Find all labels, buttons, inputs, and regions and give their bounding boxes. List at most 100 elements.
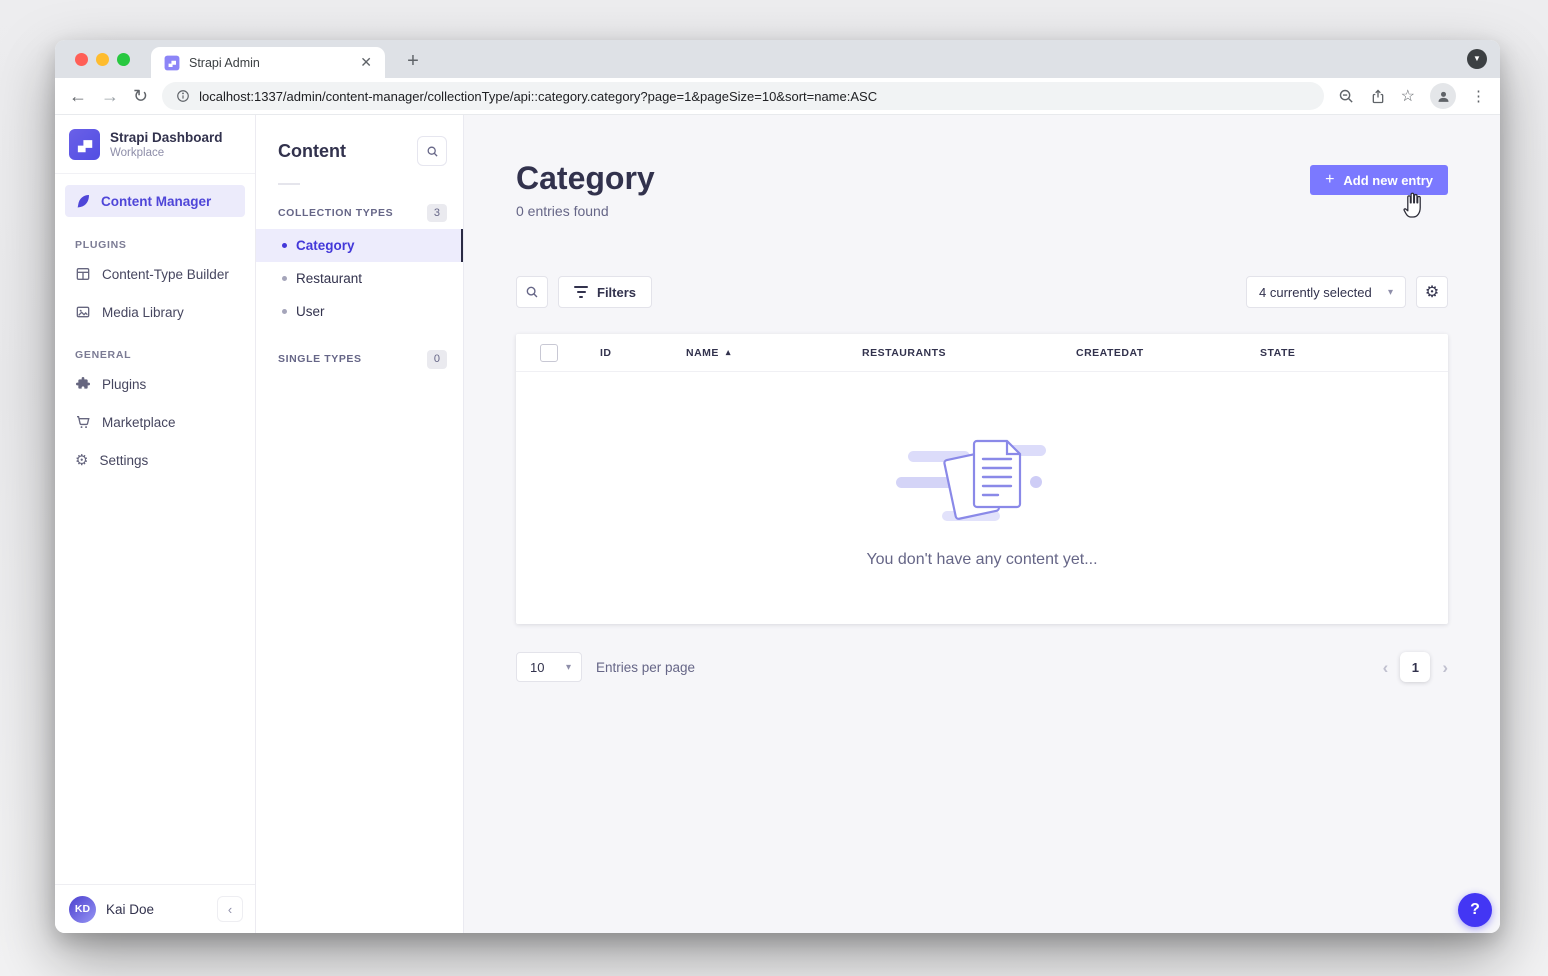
column-header-id[interactable]: ID [600, 347, 686, 359]
group-label: SINGLE TYPES [278, 353, 362, 365]
bookmark-star-icon[interactable]: ☆ [1401, 86, 1415, 106]
brand-title: Strapi Dashboard [110, 130, 223, 147]
main-content: Category 0 entries found + Add new entry… [464, 115, 1500, 933]
plus-icon: + [1325, 172, 1334, 188]
next-page-icon[interactable]: › [1442, 659, 1448, 676]
view-settings-button[interactable]: ⚙ [1416, 276, 1448, 308]
entries-count: 0 entries found [516, 203, 655, 219]
subnav-item-restaurant[interactable]: Restaurant [256, 262, 463, 295]
share-icon[interactable] [1370, 88, 1386, 105]
window-controls[interactable] [75, 53, 130, 66]
user-bar: KD Kai Doe ‹ [55, 884, 255, 933]
subnav-item-label: Restaurant [296, 271, 362, 286]
column-header-state[interactable]: STATE [1260, 347, 1448, 359]
columns-select[interactable]: 4 currently selected ▾ [1246, 276, 1406, 308]
sidebar-item-marketplace[interactable]: Marketplace [55, 403, 255, 441]
sidebar-item-label: Marketplace [102, 415, 176, 430]
sidebar-item-plugins[interactable]: Plugins [55, 365, 255, 403]
previous-page-icon[interactable]: ‹ [1383, 659, 1389, 676]
group-label: COLLECTION TYPES [278, 207, 393, 219]
bullet-icon [282, 243, 287, 248]
sidebar-item-settings[interactable]: ⚙ Settings [55, 441, 255, 479]
collection-types-count-badge: 3 [427, 204, 447, 222]
single-types-header: SINGLE TYPES 0 [256, 328, 463, 375]
zoom-window-button[interactable] [117, 53, 130, 66]
single-types-count-badge: 0 [427, 350, 447, 368]
browser-toolbar: ← → ↻ localhost:1337/admin/content-manag… [55, 78, 1500, 115]
sidebar-item-label: Media Library [102, 305, 184, 320]
empty-state: You don't have any content yet... [516, 372, 1448, 624]
sidebar-item-label: Content Manager [101, 194, 211, 209]
collapse-sidebar-button[interactable]: ‹ [217, 896, 243, 922]
filters-label: Filters [597, 285, 636, 300]
collection-types-header: COLLECTION TYPES 3 [256, 191, 463, 229]
chevron-down-icon: ▾ [566, 662, 571, 673]
chevron-down-icon: ▾ [1388, 287, 1393, 298]
browser-tab[interactable]: Strapi Admin ✕ [151, 47, 385, 78]
tab-title: Strapi Admin [189, 56, 357, 70]
media-library-icon [75, 304, 91, 320]
gear-icon: ⚙ [75, 453, 88, 468]
sidebar-section-plugins: PLUGINS [55, 221, 255, 255]
page-title: Category [516, 161, 655, 196]
user-name[interactable]: Kai Doe [106, 902, 207, 917]
forward-button[interactable]: → [101, 87, 119, 105]
sidebar-item-media-library[interactable]: Media Library [55, 293, 255, 331]
sidebar-item-content-manager[interactable]: Content Manager [65, 185, 245, 217]
page-size-value: 10 [530, 660, 544, 675]
add-new-entry-label: Add new entry [1343, 173, 1433, 188]
back-button[interactable]: ← [69, 87, 87, 105]
sidebar-section-general: GENERAL [55, 331, 255, 365]
page-size-select[interactable]: 10 ▾ [516, 652, 582, 682]
puzzle-icon [75, 376, 91, 392]
tab-close-icon[interactable]: ✕ [357, 54, 375, 71]
subnav-title: Content [278, 141, 346, 162]
subnav-item-category[interactable]: Category [256, 229, 463, 262]
subnav-item-label: Category [296, 238, 355, 253]
close-window-button[interactable] [75, 53, 88, 66]
content-manager-icon [75, 193, 91, 209]
zoom-out-icon[interactable] [1338, 88, 1355, 105]
browser-tabstrip: Strapi Admin ✕ + ▼ [55, 40, 1500, 78]
new-tab-button[interactable]: + [400, 49, 426, 75]
sidebar-item-content-type-builder[interactable]: Content-Type Builder [55, 255, 255, 293]
help-button[interactable]: ? [1458, 893, 1492, 927]
add-new-entry-button[interactable]: + Add new entry [1310, 165, 1448, 195]
content-type-builder-icon [75, 266, 91, 282]
column-header-restaurants[interactable]: RESTAURANTS [862, 347, 1076, 359]
content-subnav: Content COLLECTION TYPES 3 Category Rest… [256, 115, 464, 933]
strapi-app: Strapi Dashboard Workplace Content Manag… [55, 115, 1500, 933]
sidebar-item-label: Content-Type Builder [102, 267, 229, 282]
column-header-name[interactable]: NAME ▴ [686, 347, 862, 359]
entries-per-page-label: Entries per page [596, 660, 695, 675]
cart-icon [75, 414, 91, 430]
empty-documents-illustration [894, 427, 1070, 531]
browser-menu-icon[interactable]: ⋮ [1471, 87, 1486, 105]
brand-subtitle: Workplace [110, 147, 223, 159]
select-all-checkbox[interactable] [540, 344, 558, 362]
user-avatar[interactable]: KD [69, 896, 96, 923]
minimize-window-button[interactable] [96, 53, 109, 66]
screen-capture-icon[interactable]: ▼ [1467, 49, 1487, 69]
bullet-icon [282, 309, 287, 314]
reload-button[interactable]: ↻ [133, 87, 148, 105]
url-text[interactable]: localhost:1337/admin/content-manager/col… [199, 89, 877, 104]
main-sidebar: Strapi Dashboard Workplace Content Manag… [55, 115, 256, 933]
sidebar-item-label: Settings [99, 453, 148, 468]
url-bar[interactable]: localhost:1337/admin/content-manager/col… [162, 82, 1324, 110]
entries-table: ID NAME ▴ RESTAURANTS CREATEDAT STATE [516, 334, 1448, 624]
search-entries-button[interactable] [516, 276, 548, 308]
subnav-item-user[interactable]: User [256, 295, 463, 328]
brand-block[interactable]: Strapi Dashboard Workplace [55, 115, 255, 174]
browser-profile-avatar[interactable] [1430, 83, 1456, 109]
sort-asc-icon: ▴ [726, 347, 731, 358]
search-content-button[interactable] [417, 136, 447, 166]
browser-window: Strapi Admin ✕ + ▼ ← → ↻ localhost:1337/… [55, 40, 1500, 933]
strapi-logo-icon [69, 129, 100, 160]
column-header-createdat[interactable]: CREATEDAT [1076, 347, 1260, 359]
subnav-item-label: User [296, 304, 325, 319]
filters-button[interactable]: Filters [558, 276, 652, 308]
pagination-row: 10 ▾ Entries per page ‹ 1 › [516, 652, 1448, 682]
site-info-icon[interactable] [176, 89, 190, 103]
current-page-button[interactable]: 1 [1400, 652, 1430, 682]
